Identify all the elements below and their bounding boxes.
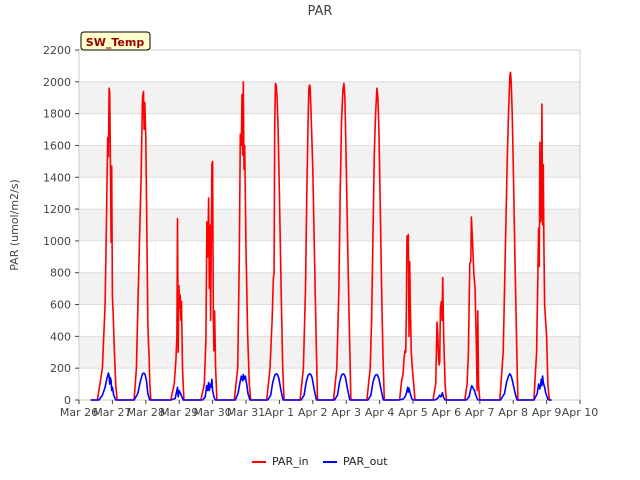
grid-band — [79, 81, 580, 114]
x-tick-label: Apr 1 — [265, 406, 295, 419]
x-tick-label: Apr 8 — [498, 406, 528, 419]
y-tick-label: 1000 — [43, 235, 71, 248]
y-tick-label: 2200 — [43, 44, 71, 57]
x-tick-label: Apr 10 — [562, 406, 599, 419]
legend-label-par-out: PAR_out — [343, 455, 388, 468]
x-tick-label: Apr 4 — [365, 406, 395, 419]
y-tick-label: 1400 — [43, 171, 71, 184]
x-tick-label: Apr 7 — [465, 406, 495, 419]
x-tick-label: Apr 9 — [532, 406, 562, 419]
y-tick-label: 200 — [50, 362, 71, 375]
y-tick-label: 1800 — [43, 108, 71, 121]
badge-label: SW_Temp — [86, 36, 145, 49]
grid-band — [79, 145, 580, 178]
x-tick-label: Apr 5 — [398, 406, 428, 419]
x-tick-label: Mar 31 — [227, 406, 265, 419]
y-tick-label: 1200 — [43, 203, 71, 216]
chart: 0200400600800100012001400160018002000220… — [0, 0, 640, 480]
y-tick-label: 400 — [50, 330, 71, 343]
y-axis-label: PAR (umol/m2/s) — [8, 179, 21, 271]
x-tick-label: Apr 3 — [331, 406, 361, 419]
x-tick-label: Apr 6 — [432, 406, 462, 419]
y-tick-label: 2000 — [43, 76, 71, 89]
y-tick-label: 600 — [50, 299, 71, 312]
legend-label-par-in: PAR_in — [272, 455, 309, 468]
sw-temp-badge: SW_Temp — [80, 31, 151, 51]
y-tick-label: 1600 — [43, 139, 71, 152]
grid-band — [79, 336, 580, 369]
x-tick-label: Apr 2 — [298, 406, 328, 419]
y-tick-label: 800 — [50, 267, 71, 280]
chart-title: PAR — [308, 4, 333, 19]
